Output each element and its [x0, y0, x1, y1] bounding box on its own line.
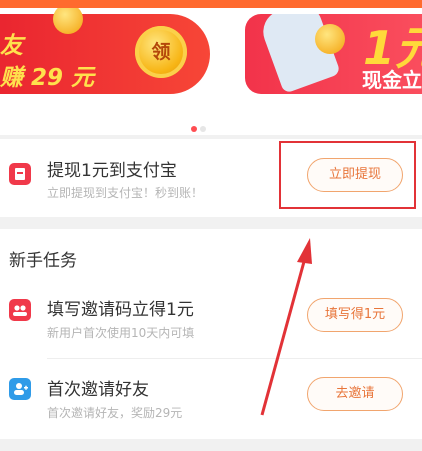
withdraw-title: 提现1元到支付宝	[47, 161, 177, 181]
wallet-icon	[9, 163, 31, 185]
claim-coin-icon: 领	[135, 26, 187, 78]
task-title: 首次邀请好友	[47, 380, 149, 400]
task-subtitle: 首次邀请好友，奖励29元	[47, 406, 183, 420]
task-row-invite-friend[interactable]: 首次邀请好友 首次邀请好友，奖励29元 去邀请	[0, 360, 422, 438]
task-row-invite-code[interactable]: 填写邀请码立得1元 新用户首次使用10天内可填 填写得1元	[0, 282, 422, 360]
task-title: 填写邀请码立得1元	[47, 300, 194, 320]
banner-left-line2: 赚 29 元	[0, 65, 95, 91]
invite-friend-button[interactable]: 去邀请	[307, 377, 403, 411]
top-bar	[0, 0, 422, 8]
banner-left-line1: 友	[0, 33, 23, 59]
highlight-frame	[279, 141, 416, 209]
banner-carousel[interactable]: 友 赚 29 元 领 1元 现金立	[0, 0, 422, 135]
coin-icon	[315, 24, 345, 54]
carousel-indicator	[191, 117, 209, 135]
carousel-dot-active[interactable]	[191, 126, 197, 132]
invite-code-icon	[9, 299, 31, 321]
section-title: 新手任务	[9, 251, 77, 271]
banner-earn-29[interactable]: 友 赚 29 元 领	[0, 4, 210, 94]
fill-invite-code-button[interactable]: 填写得1元	[307, 298, 403, 332]
invite-friend-icon	[9, 378, 31, 400]
banner-cash-1[interactable]: 1元 现金立	[245, 14, 422, 94]
task-subtitle: 新用户首次使用10天内可填	[47, 326, 195, 340]
withdraw-subtitle: 立即提现到支付宝！秒到账！	[47, 186, 204, 200]
divider	[47, 358, 422, 359]
banner-right-small: 现金立	[362, 68, 422, 92]
carousel-dot[interactable]	[200, 126, 206, 132]
coin-icon	[53, 4, 83, 34]
